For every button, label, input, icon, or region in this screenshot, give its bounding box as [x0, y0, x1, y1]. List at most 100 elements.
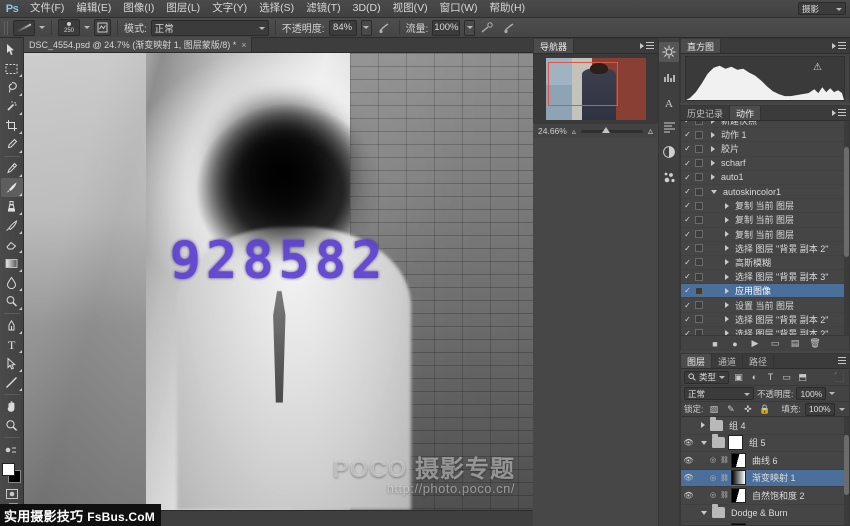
layer-link-icon[interactable]: ◎	[709, 491, 717, 499]
layer-visibility-icon[interactable]: 👁	[682, 473, 695, 482]
zoom-in-icon[interactable]: ▵	[648, 126, 653, 137]
layer-filter-type-select[interactable]: 类型	[684, 371, 729, 384]
action-row[interactable]: ✓选择 图层 "背景 副本 3"	[681, 270, 849, 284]
play-selection-icon[interactable]: ▶	[750, 338, 761, 349]
action-dialog-toggle[interactable]	[695, 188, 703, 196]
navigator-zoom-value[interactable]: 24.66%	[538, 126, 567, 136]
opacity-input[interactable]: 84%	[329, 20, 357, 36]
collapse-icon[interactable]	[832, 110, 836, 116]
paragraph-dock-icon[interactable]	[659, 117, 679, 137]
action-enabled-checkbox[interactable]: ✓	[683, 173, 692, 182]
action-dialog-toggle[interactable]	[695, 159, 703, 167]
crop-tool[interactable]	[1, 116, 23, 135]
healing-brush-tool[interactable]	[1, 159, 23, 178]
menu-item-0[interactable]: 文件(F)	[24, 0, 70, 17]
layer-row[interactable]: Dodge & Burn	[681, 505, 849, 523]
brush-panel-toggle[interactable]	[94, 19, 111, 36]
gradient-tool[interactable]	[1, 254, 23, 273]
action-row[interactable]: ✓auto1	[681, 171, 849, 185]
fill-chevron-icon[interactable]	[839, 408, 845, 411]
expand-right-icon[interactable]	[725, 217, 729, 223]
adjustments-dock-icon[interactable]	[659, 67, 679, 87]
menu-item-4[interactable]: 文字(Y)	[206, 0, 253, 17]
action-dialog-toggle[interactable]	[695, 173, 703, 181]
action-dialog-toggle[interactable]	[695, 273, 703, 281]
action-row[interactable]: ✓选择 图层 "背景 副本 2"	[681, 242, 849, 256]
action-row[interactable]: ✓动作 1	[681, 128, 849, 142]
marquee-tool[interactable]	[1, 59, 23, 78]
expand-right-icon[interactable]	[725, 203, 729, 209]
new-set-icon[interactable]: ▭	[770, 338, 781, 349]
brush-preset-chevron-icon[interactable]	[39, 26, 45, 29]
tab-channels[interactable]: 通道	[712, 354, 743, 368]
layer-row[interactable]: 👁◎⛓曲线 6	[681, 452, 849, 470]
action-enabled-checkbox[interactable]: ✓	[683, 215, 692, 224]
zoom-tool[interactable]	[1, 416, 23, 435]
action-dialog-toggle[interactable]	[695, 315, 703, 323]
type-tool[interactable]: T	[1, 335, 23, 354]
filter-shape-icon[interactable]: ▭	[780, 371, 793, 384]
foreground-color-swatch[interactable]	[2, 463, 15, 476]
layer-row[interactable]: 组 4	[681, 417, 849, 435]
action-row[interactable]: ✓复制 当前 图层	[681, 199, 849, 213]
action-row[interactable]: ✓选择 图层 "背景 副本 2"	[681, 327, 849, 335]
tab-actions[interactable]: 动作	[730, 106, 761, 120]
eyedropper-tool[interactable]	[1, 135, 23, 154]
action-dialog-toggle[interactable]	[695, 287, 703, 295]
action-dialog-toggle[interactable]	[695, 244, 703, 252]
expand-right-icon[interactable]	[725, 274, 729, 280]
zoom-slider-thumb[interactable]	[602, 127, 610, 133]
action-enabled-checkbox[interactable]: ✓	[683, 159, 692, 168]
history-brush-tool[interactable]	[1, 216, 23, 235]
panel-menu-icon[interactable]	[838, 357, 846, 364]
action-row[interactable]: ✓应用图像	[681, 284, 849, 298]
action-enabled-checkbox[interactable]: ✓	[683, 301, 692, 310]
lock-position-icon[interactable]: ✜	[741, 403, 754, 416]
layers-list[interactable]: 组 4👁组 5👁◎⛓曲线 6👁◎⛓渐变映射 1👁◎⛓自然饱和度 2Dodge &…	[681, 417, 849, 525]
filter-smart-icon[interactable]: ⬒	[796, 371, 809, 384]
navigator-panel-menu[interactable]	[640, 42, 654, 49]
layer-link-icon[interactable]: ◎	[709, 456, 717, 464]
tab-histogram[interactable]: 直方图	[681, 39, 721, 53]
action-row[interactable]: ✓autoskincolor1	[681, 185, 849, 199]
action-enabled-checkbox[interactable]: ✓	[683, 329, 692, 335]
group-expand-down-icon[interactable]	[701, 441, 707, 445]
action-row[interactable]: ✓胶片	[681, 142, 849, 156]
layer-row[interactable]: 👁◎⛓自然饱和度 2	[681, 487, 849, 505]
lock-transparent-icon[interactable]: ▨	[707, 403, 720, 416]
flow-stepper[interactable]	[464, 20, 475, 36]
filter-pixel-icon[interactable]: ▣	[732, 371, 745, 384]
expand-right-icon[interactable]	[711, 174, 715, 180]
action-enabled-checkbox[interactable]: ✓	[683, 130, 692, 139]
color-swatches[interactable]	[1, 462, 23, 486]
panel-menu-icon[interactable]	[646, 42, 654, 49]
quick-mask-toggle[interactable]	[5, 488, 18, 500]
flow-input[interactable]: 100%	[432, 20, 460, 36]
expand-right-icon[interactable]	[711, 132, 715, 138]
panel-menu-icon[interactable]	[838, 109, 846, 116]
lock-image-icon[interactable]: ✎	[724, 403, 737, 416]
expand-right-icon[interactable]	[725, 302, 729, 308]
action-row[interactable]: ✓新建快照	[681, 121, 849, 128]
action-row[interactable]: ✓选择 图层 "背景 副本 2"	[681, 313, 849, 327]
menu-item-1[interactable]: 编辑(E)	[70, 0, 117, 17]
expand-right-icon[interactable]	[725, 288, 729, 294]
layer-visibility-icon[interactable]: 👁	[682, 491, 695, 500]
tab-paths[interactable]: 路径	[743, 354, 774, 368]
mask-link-icon[interactable]: ⛓	[720, 474, 728, 482]
navigator-dock-icon[interactable]	[659, 42, 679, 62]
expand-right-icon[interactable]	[711, 121, 715, 124]
expand-right-icon[interactable]	[725, 259, 729, 265]
layers-panel-menu[interactable]	[838, 357, 846, 364]
document-tab[interactable]: DSC_4554.psd @ 24.7% (渐变映射 1, 图层蒙版/8) * …	[24, 37, 252, 52]
expand-right-icon[interactable]	[725, 316, 729, 322]
histogram-warning-icon[interactable]: ⚠	[813, 62, 822, 73]
eraser-tool[interactable]	[1, 235, 23, 254]
options-bar-grip[interactable]	[4, 21, 9, 35]
menu-item-5[interactable]: 选择(S)	[253, 0, 300, 17]
expand-right-icon[interactable]	[725, 245, 729, 251]
layer-fill-input[interactable]: 100%	[805, 403, 835, 416]
layer-visibility-icon[interactable]: 👁	[682, 456, 695, 465]
menu-item-9[interactable]: 窗口(W)	[434, 0, 484, 17]
action-dialog-toggle[interactable]	[695, 121, 703, 125]
